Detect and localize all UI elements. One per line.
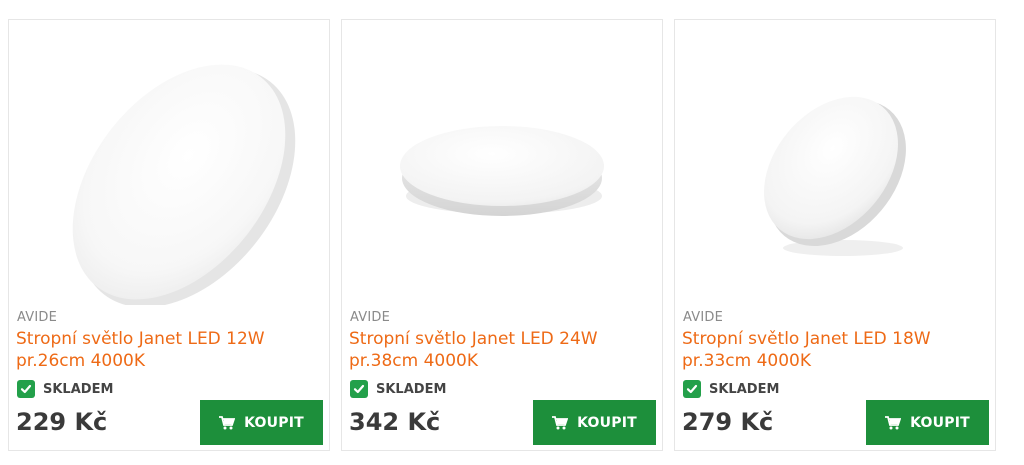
product-brand: AVIDE [683, 310, 724, 325]
cart-icon [219, 415, 236, 430]
buy-button[interactable]: KOUPIT [200, 400, 323, 445]
buy-button-label: KOUPIT [910, 414, 970, 431]
stock-status: SKLADEM [350, 380, 446, 398]
check-icon [17, 380, 35, 398]
buy-button-label: KOUPIT [577, 414, 637, 431]
cart-icon [885, 415, 902, 430]
product-image[interactable] [675, 20, 995, 305]
check-icon [350, 380, 368, 398]
product-card: AVIDE Stropní světlo Janet LED 12W pr.26… [8, 19, 330, 451]
buy-button-label: KOUPIT [244, 414, 304, 431]
buy-button[interactable]: KOUPIT [533, 400, 656, 445]
stock-label: SKLADEM [709, 381, 780, 397]
product-title-link[interactable]: Stropní světlo Janet LED 24W pr.38cm 400… [349, 328, 649, 372]
check-icon [683, 380, 701, 398]
stock-label: SKLADEM [43, 381, 114, 397]
buy-button[interactable]: KOUPIT [866, 400, 989, 445]
product-price: 229 Kč [16, 408, 108, 436]
product-grid: AVIDE Stropní světlo Janet LED 12W pr.26… [0, 0, 1024, 465]
product-brand: AVIDE [17, 310, 58, 325]
cart-icon [552, 415, 569, 430]
product-title-link[interactable]: Stropní světlo Janet LED 18W pr.33cm 400… [682, 328, 982, 372]
product-card: AVIDE Stropní světlo Janet LED 18W pr.33… [674, 19, 996, 451]
product-title-link[interactable]: Stropní světlo Janet LED 12W pr.26cm 400… [16, 328, 316, 372]
ceiling-light-image [400, 126, 604, 216]
product-price: 279 Kč [682, 408, 774, 436]
product-brand: AVIDE [350, 310, 391, 325]
product-image[interactable] [9, 20, 329, 305]
stock-status: SKLADEM [17, 380, 113, 398]
product-price: 342 Kč [349, 408, 441, 436]
ceiling-light-image [764, 96, 906, 256]
product-card: AVIDE Stropní světlo Janet LED 24W pr.38… [341, 19, 663, 451]
stock-status: SKLADEM [683, 380, 779, 398]
stock-label: SKLADEM [376, 381, 447, 397]
product-image[interactable] [342, 20, 662, 305]
ceiling-light-image [72, 64, 296, 305]
